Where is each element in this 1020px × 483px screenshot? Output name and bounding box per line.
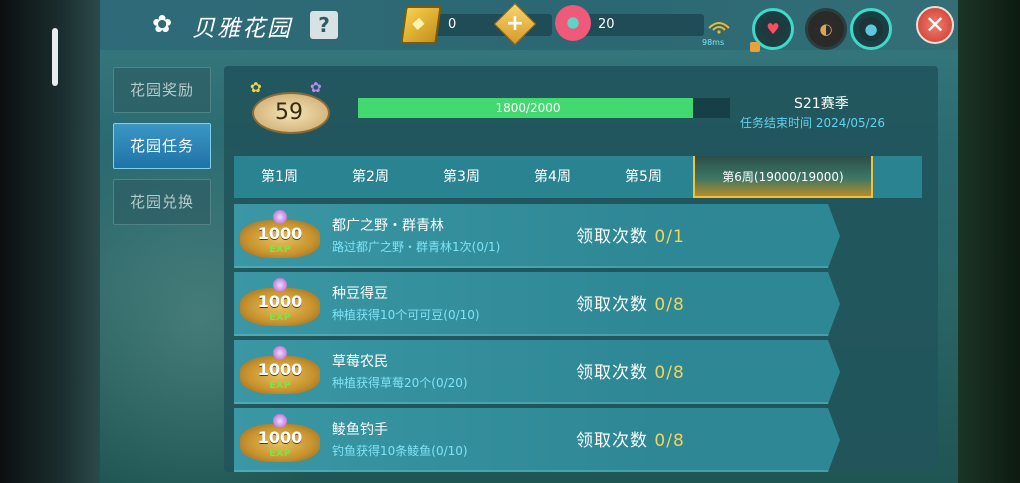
task-desc: 种植获得草莓20个(0/20) <box>332 376 468 390</box>
garden-level: 59 <box>275 100 303 125</box>
close-button[interactable]: ✕ <box>916 6 954 44</box>
reward-unit: EXP <box>269 312 291 323</box>
task-name: 都广之野・群青林 <box>332 218 444 234</box>
help-button[interactable]: ? <box>310 11 338 39</box>
task-row[interactable]: 1000 EXP 种豆得豆 种植获得10个可可豆(0/10) 领取次数 0/8 <box>234 272 840 336</box>
flower-icon: ✿ <box>152 10 173 38</box>
exp-reward-icon: 1000 EXP <box>238 346 322 402</box>
task-name: 种豆得豆 <box>332 286 388 302</box>
food-icon: ◐ <box>814 17 838 41</box>
status-pill <box>52 28 58 86</box>
task-name: 鲮鱼钓手 <box>332 422 388 438</box>
claim-label: 领取次数 <box>576 363 648 383</box>
tab-week-5[interactable]: 第5周 <box>598 156 689 198</box>
purple-flower-icon: ✿ <box>310 80 322 96</box>
sidebar-item-rewards[interactable]: 花园奖励 <box>113 67 211 113</box>
claim-count: 0/1 <box>654 227 685 247</box>
level-badge: ✿ ✿ 59 <box>234 74 344 134</box>
flower-amount: 20 <box>598 17 615 32</box>
tab-week-2[interactable]: 第2周 <box>325 156 416 198</box>
claim-count: 0/8 <box>654 363 685 383</box>
exp-reward-icon: 1000 EXP <box>238 278 322 334</box>
exp-reward-icon: 1000 EXP <box>238 414 322 470</box>
heart-icon: ♥ <box>761 17 785 41</box>
top-bar: ✿ 贝雅花园 ? 0 + 20 98ms ♥ ◐ ● ✕ <box>100 0 958 52</box>
season-name: S21赛季 <box>794 96 849 112</box>
yellow-flower-icon: ✿ <box>250 80 262 96</box>
task-desc: 路过都广之野・群青林1次(0/1) <box>332 240 501 254</box>
task-desc: 钓鱼获得10条鲮鱼(0/10) <box>332 444 468 458</box>
level-progress-bar: 1800/2000 <box>358 98 730 118</box>
wifi-signal-icon <box>708 20 730 34</box>
ping-readout: 98ms <box>702 38 725 47</box>
sidebar-item-tasks[interactable]: 花园任务 <box>113 123 211 169</box>
water-button[interactable]: ● <box>850 8 892 50</box>
reward-amount: 1000 <box>257 292 303 311</box>
claim-info: 领取次数 0/8 <box>576 426 685 451</box>
task-row[interactable]: 1000 EXP 都广之野・群青林 路过都广之野・群青林1次(0/1) 领取次数… <box>234 204 840 268</box>
claim-count: 0/8 <box>654 431 685 451</box>
water-drop-icon: ● <box>859 17 883 41</box>
reward-amount: 1000 <box>257 224 303 243</box>
season-end-time: 任务结束时间 2024/05/26 <box>740 116 885 130</box>
reward-amount: 1000 <box>257 360 303 379</box>
game-window: ✿ 贝雅花园 ? 0 + 20 98ms ♥ ◐ ● ✕ 花园奖励 花园任务 花… <box>100 0 958 483</box>
gold-amount: 0 <box>448 17 457 32</box>
task-name: 草莓农民 <box>332 354 388 370</box>
right-margin <box>958 0 1020 483</box>
reward-unit: EXP <box>269 380 291 391</box>
task-panel: ✿ ✿ 59 1800/2000 S21赛季 任务结束时间 2024/05/26… <box>224 66 938 472</box>
exp-reward-icon: 1000 EXP <box>238 210 322 266</box>
add-gold-button[interactable]: + <box>493 2 537 46</box>
task-row[interactable]: 1000 EXP 草莓农民 种植获得草莓20个(0/20) 领取次数 0/8 <box>234 340 840 404</box>
page-title: 贝雅花园 <box>192 16 292 42</box>
pet-badge-icon <box>750 42 760 52</box>
reward-unit: EXP <box>269 448 291 459</box>
food-button[interactable]: ◐ <box>805 8 847 50</box>
reward-amount: 1000 <box>257 428 303 447</box>
claim-label: 领取次数 <box>576 227 648 247</box>
task-row[interactable]: 1000 EXP 鲮鱼钓手 钓鱼获得10条鲮鱼(0/10) 领取次数 0/8 <box>234 408 840 472</box>
reward-unit: EXP <box>269 244 291 255</box>
claim-label: 领取次数 <box>576 295 648 315</box>
tab-week-1[interactable]: 第1周 <box>234 156 325 198</box>
tab-week-4[interactable]: 第4周 <box>507 156 598 198</box>
tab-week-6[interactable]: 第6周(19000/19000) <box>693 156 873 198</box>
task-desc: 种植获得10个可可豆(0/10) <box>332 308 480 322</box>
claim-label: 领取次数 <box>576 431 648 451</box>
claim-info: 领取次数 0/1 <box>576 222 685 247</box>
gold-ticket-icon <box>400 6 442 44</box>
claim-count: 0/8 <box>654 295 685 315</box>
left-margin <box>0 0 100 483</box>
claim-info: 领取次数 0/8 <box>576 290 685 315</box>
pink-flower-icon <box>555 5 591 41</box>
claim-info: 领取次数 0/8 <box>576 358 685 383</box>
sidebar-item-exchange[interactable]: 花园兑换 <box>113 179 211 225</box>
week-tabs: 第1周 第2周 第3周 第4周 第5周 第6周(19000/19000) <box>234 156 922 198</box>
tab-week-3[interactable]: 第3周 <box>416 156 507 198</box>
level-progress-text: 1800/2000 <box>495 101 561 115</box>
